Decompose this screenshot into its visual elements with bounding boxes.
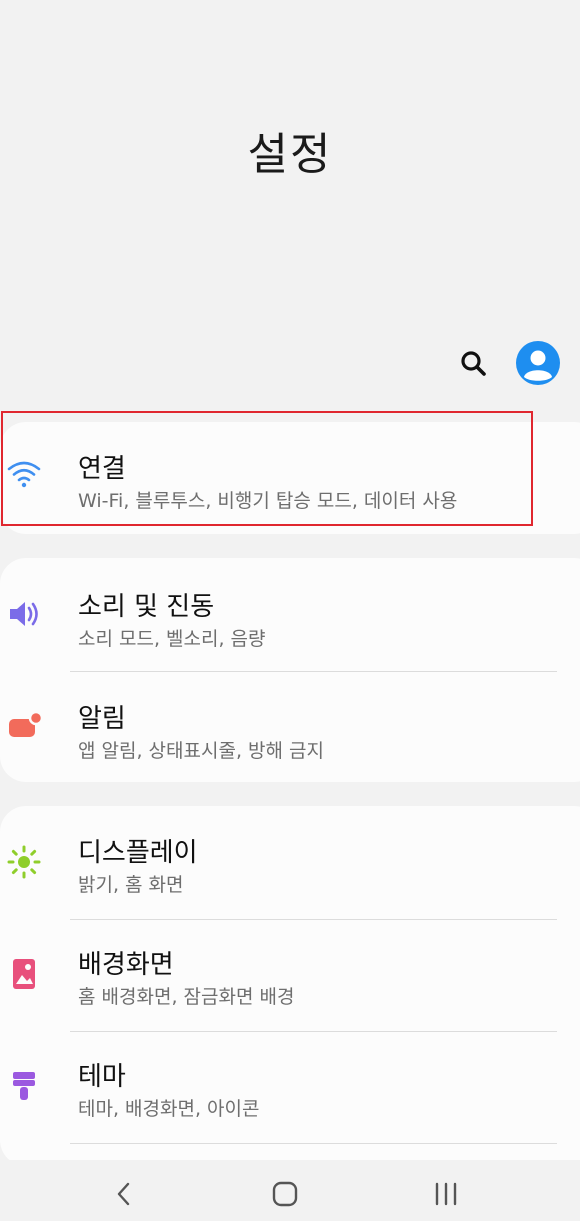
- wallpaper-icon: [4, 954, 44, 994]
- settings-item-themes[interactable]: 테마 테마, 배경화면, 아이콘: [0, 1030, 580, 1142]
- highlight-box: [1, 411, 533, 526]
- settings-item-subtitle: 홈 배경화면, 잠금화면 배경: [78, 986, 295, 1008]
- settings-item-subtitle: 앱 알림, 상태표시줄, 방해 금지: [78, 740, 324, 762]
- profile-icon: [516, 341, 560, 385]
- settings-item-title: 소리 및 진동: [78, 592, 215, 622]
- settings-card-display: 디스플레이 밝기, 홈 화면 배경화면 홈 배경화면, 잠금화면 배경 테마 테…: [0, 806, 580, 1166]
- settings-item-subtitle: 밝기, 홈 화면: [78, 874, 184, 896]
- settings-item-display[interactable]: 디스플레이 밝기, 홈 화면: [0, 806, 580, 918]
- settings-item-title: 배경화면: [78, 950, 174, 980]
- home-button[interactable]: [265, 1174, 305, 1214]
- settings-item-notifications[interactable]: 알림 앱 알림, 상태표시줄, 방해 금지: [0, 670, 580, 782]
- settings-item-sounds[interactable]: 소리 및 진동 소리 모드, 벨소리, 음량: [0, 558, 580, 670]
- settings-item-title: 테마: [78, 1062, 126, 1092]
- navigation-bar: [0, 1160, 580, 1221]
- settings-item-title: 디스플레이: [78, 838, 198, 868]
- settings-item-title: 알림: [78, 704, 126, 734]
- notification-icon: [4, 706, 44, 746]
- back-button[interactable]: [104, 1174, 144, 1214]
- back-icon: [117, 1182, 130, 1206]
- recents-button[interactable]: [426, 1174, 466, 1214]
- settings-card-sounds-notifications: 소리 및 진동 소리 모드, 벨소리, 음량 알림 앱 알림, 상태표시줄, 방…: [0, 558, 580, 782]
- settings-item-subtitle: 테마, 배경화면, 아이콘: [78, 1098, 260, 1120]
- settings-item-wallpapers[interactable]: 배경화면 홈 배경화면, 잠금화면 배경: [0, 918, 580, 1030]
- divider: [70, 1143, 557, 1144]
- brightness-icon: [4, 842, 44, 882]
- speaker-icon: [4, 594, 44, 634]
- recents-icon: [435, 1182, 457, 1206]
- page-title: 설정: [247, 129, 333, 180]
- profile-button[interactable]: [516, 341, 560, 385]
- search-icon: [461, 351, 486, 376]
- theme-brush-icon: [4, 1066, 44, 1106]
- home-icon: [272, 1181, 298, 1207]
- settings-item-subtitle: 소리 모드, 벨소리, 음량: [78, 628, 266, 650]
- search-button[interactable]: [458, 348, 490, 380]
